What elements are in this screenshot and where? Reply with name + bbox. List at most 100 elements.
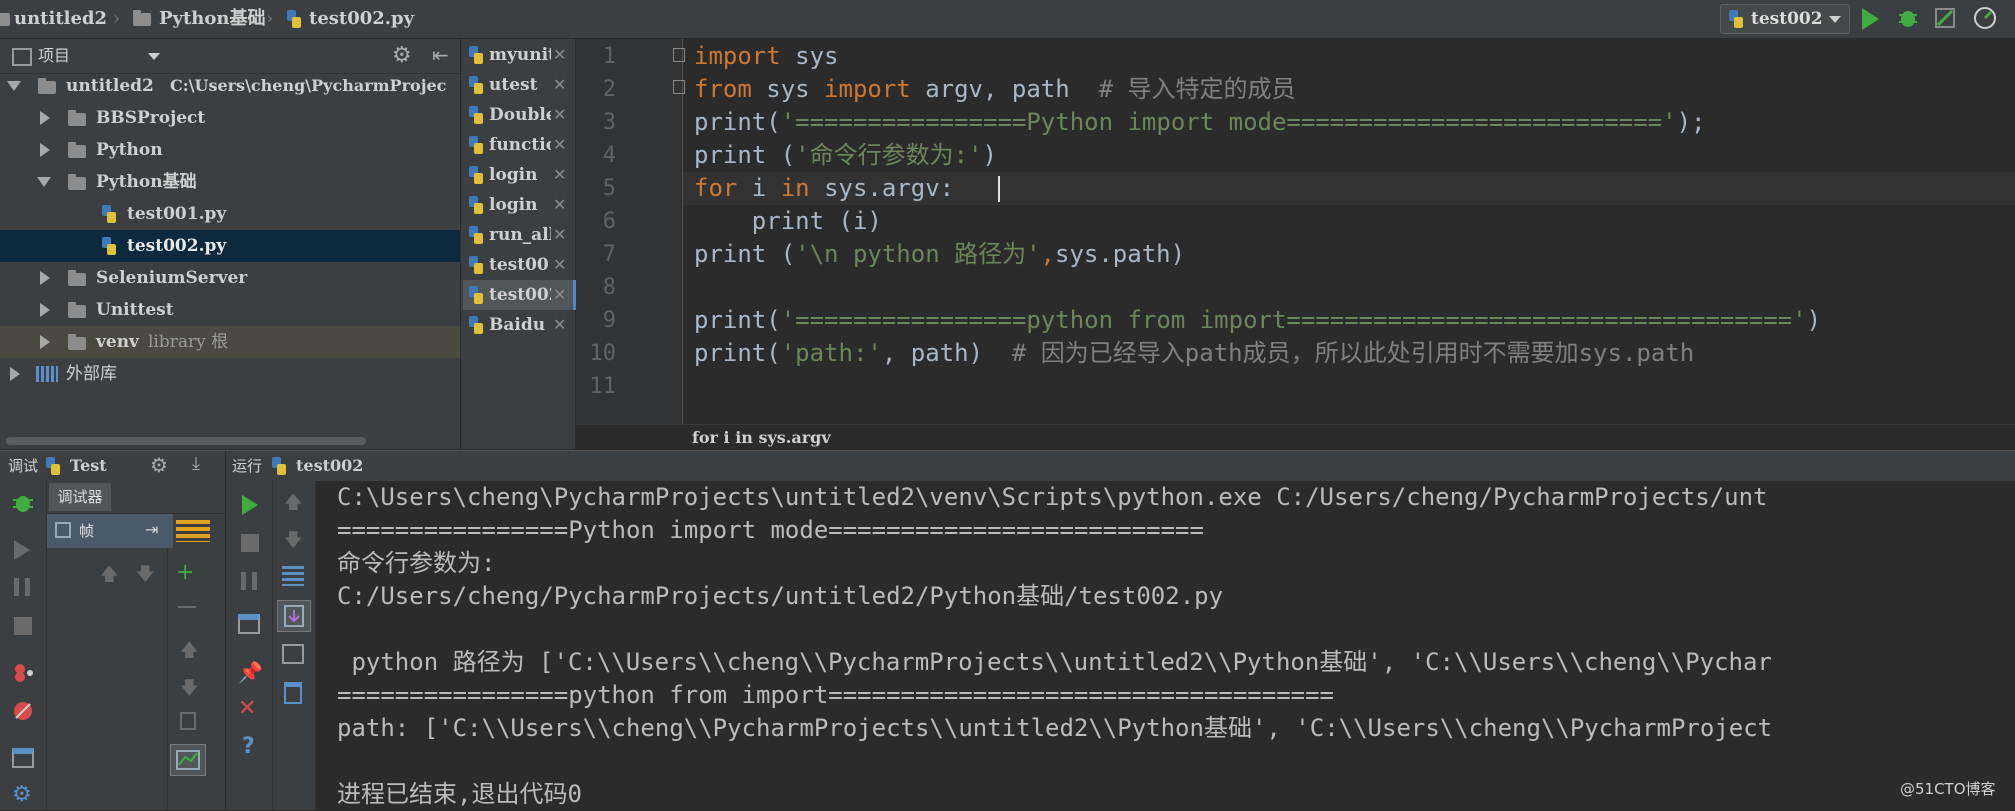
print-icon[interactable] (282, 644, 304, 664)
rerun-button[interactable] (242, 495, 258, 515)
scroll-down-icon[interactable]: 🡇 (284, 528, 303, 558)
debug-button[interactable] (1897, 7, 1919, 29)
variables-toggle-icon[interactable] (176, 520, 210, 542)
tree-item-test002[interactable]: test002.py (0, 230, 460, 262)
collapse-icon[interactable]: ⇤ (432, 43, 449, 67)
editor-tab[interactable]: test001✕ (463, 250, 573, 280)
stop-icon[interactable] (241, 534, 259, 552)
show-values-toggle-icon[interactable] (170, 744, 206, 776)
trash-icon[interactable] (284, 682, 302, 704)
code-line[interactable]: print ('命令行参数为:') (694, 139, 997, 172)
tree-item-seleniumserver[interactable]: SeleniumServer (0, 262, 460, 294)
move-down-icon[interactable]: 🡇 (180, 676, 199, 706)
run-button[interactable] (1862, 8, 1879, 30)
folder-icon (68, 174, 86, 190)
editor-tab[interactable]: run_all ✕ (463, 220, 573, 250)
editor-tab[interactable]: function✕ (463, 130, 573, 160)
rerun-debug-button[interactable] (10, 490, 36, 516)
breadcrumb-file[interactable]: test002.py (309, 0, 414, 38)
breakpoints-icon (15, 664, 33, 682)
frame-down-icon[interactable]: 🡇 (136, 562, 155, 592)
debug-config-label[interactable]: Test (70, 451, 107, 481)
tree-item-bbsproject[interactable]: BBSProject (0, 102, 460, 134)
code-line[interactable]: print (i) (694, 205, 882, 238)
code-line[interactable]: print('================Python import mod… (694, 106, 1705, 139)
view-breakpoints-icon[interactable] (12, 662, 34, 684)
close-icon[interactable]: ✕ (553, 70, 566, 100)
editor-tab[interactable]: login ✕ (463, 160, 573, 190)
frame-up-icon[interactable]: 🡅 (100, 562, 119, 592)
editor-tab[interactable]: login ✕ (463, 190, 573, 220)
close-icon[interactable]: ✕ (553, 100, 566, 130)
run-config-tab[interactable]: test002 (296, 451, 363, 481)
tab-label: test002 (489, 285, 551, 305)
editor-tab[interactable]: Double ✕ (463, 100, 573, 130)
editor-tab[interactable]: Baidu ✕ (463, 310, 573, 340)
profile-button[interactable] (1973, 6, 1997, 30)
tree-item-test001[interactable]: test001.py (0, 198, 460, 230)
thread-arrow-icon[interactable]: ⇥ (145, 520, 158, 539)
pause-icon[interactable] (241, 572, 257, 590)
tree-item-venv[interactable]: venv library 根 (0, 326, 460, 358)
close-icon[interactable]: ✕ (553, 190, 566, 220)
stop-icon[interactable] (14, 617, 32, 635)
tree-item-label: BBSProject (96, 108, 206, 128)
code-line[interactable]: for i in sys.argv: (694, 172, 954, 205)
close-icon[interactable]: ✕ (553, 160, 566, 190)
copy-icon[interactable] (180, 712, 196, 730)
soft-wrap-icon[interactable] (282, 566, 304, 586)
close-icon[interactable]: ✕ (553, 40, 566, 70)
editor-breadcrumb[interactable]: for i in sys.argv (692, 425, 831, 451)
code-line[interactable]: print('path:', path) # 因为已经导入path成员，所以此处… (694, 337, 1694, 370)
scroll-up-icon[interactable]: 🡅 (284, 490, 303, 520)
mute-breakpoints-icon[interactable] (12, 700, 34, 722)
tree-item-external-libs[interactable]: 外部库 (0, 358, 460, 390)
close-icon[interactable]: ✕ (553, 220, 566, 250)
code-line[interactable]: import sys (694, 40, 839, 73)
pin-icon[interactable]: 📌 (238, 660, 263, 684)
code-token: # 因为已经导入path成员，所以此处引用时不需要加sys.path (1011, 339, 1695, 367)
chevron-down-icon[interactable] (148, 53, 160, 60)
editor-tab[interactable]: myunittest✕ (463, 40, 573, 70)
close-icon[interactable]: ✕ (553, 130, 566, 160)
layout-icon[interactable] (12, 748, 34, 768)
gear-icon[interactable]: ⚙ (12, 782, 32, 807)
code-line[interactable]: print ('\n python 路径为',sys.path) (694, 238, 1185, 271)
help-icon[interactable]: ? (242, 734, 255, 759)
run-config-dropdown[interactable]: test002 (1720, 4, 1850, 34)
layout-icon[interactable] (238, 614, 260, 634)
frames-icon (55, 522, 71, 538)
tree-item-python-basics[interactable]: Python基础 (0, 166, 460, 198)
editor-tab-active[interactable]: test002✕ (463, 280, 576, 310)
tab-debugger[interactable]: 调试器 (49, 483, 111, 511)
scroll-to-end-toggle-icon[interactable] (277, 600, 311, 632)
breadcrumb-project[interactable]: untitled2 (14, 0, 107, 38)
close-icon[interactable]: ✕ (553, 310, 566, 340)
tree-item-python[interactable]: Python (0, 134, 460, 166)
code-token: argv, path (910, 75, 1099, 103)
chevron-down-icon (1829, 16, 1841, 23)
tab-label: Baidu (489, 315, 546, 335)
coverage-button[interactable] (1934, 7, 1956, 29)
add-watch-icon[interactable]: + (176, 560, 194, 585)
gear-icon[interactable]: ⚙ (150, 453, 168, 477)
minimize-icon[interactable]: ⤓ (192, 453, 200, 474)
horizontal-scrollbar[interactable] (6, 437, 366, 445)
line-number: 7 (602, 242, 616, 267)
remove-watch-icon[interactable] (178, 606, 196, 608)
move-up-icon[interactable]: 🡅 (180, 638, 199, 668)
project-panel-title[interactable]: 项目 (38, 39, 70, 73)
close-icon[interactable]: ✕ (238, 696, 256, 721)
tree-root[interactable]: untitled2 C:\Users\cheng\PycharmProjec (0, 70, 460, 102)
gear-icon[interactable]: ⚙ (392, 43, 412, 68)
editor-tab[interactable]: utest ✕ (463, 70, 573, 100)
tree-item-unittest[interactable]: Unittest (0, 294, 460, 326)
breadcrumb-folder[interactable]: Python基础 (159, 0, 266, 38)
resume-icon[interactable] (14, 540, 30, 560)
close-icon[interactable]: ✕ (553, 250, 566, 280)
code-line[interactable]: print('================python from impor… (694, 304, 1821, 337)
code-token: sys.argv: (809, 174, 955, 202)
pause-icon[interactable] (14, 578, 30, 596)
close-icon[interactable]: ✕ (553, 280, 566, 310)
code-line[interactable]: from sys import argv, path # 导入特定的成员 (694, 73, 1296, 106)
